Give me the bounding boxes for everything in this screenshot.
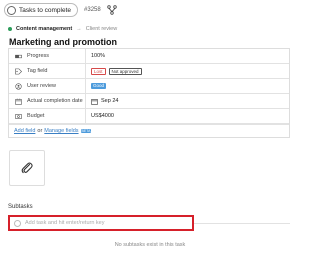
field-row-completion-date[interactable]: Actual completion date Sep 24 xyxy=(9,94,289,109)
field-label-cell: Tag field xyxy=(9,64,86,78)
progress-icon xyxy=(15,54,22,58)
field-value: 100% xyxy=(91,53,106,59)
subtasks-heading: Subtasks xyxy=(8,204,33,210)
project-color-dot xyxy=(8,27,12,31)
empty-subtasks-text: No subtasks exist in this task xyxy=(114,242,186,248)
field-links: Add field or Manage fields BETA xyxy=(9,124,289,137)
subtask-divider xyxy=(194,223,290,224)
tag-not-approved[interactable]: Not approved xyxy=(108,67,142,75)
field-value-cell[interactable]: Sep 24 xyxy=(86,98,289,105)
tag-icon xyxy=(15,68,22,74)
breadcrumb-project[interactable]: Content management xyxy=(16,26,72,32)
custom-fields-table: Progress 100% Tag field Lost Not approve… xyxy=(8,48,290,138)
task-status-button[interactable]: Tasks to complete xyxy=(4,3,79,17)
breadcrumb-status[interactable]: Client review xyxy=(86,26,117,32)
field-value-cell[interactable]: 100% xyxy=(86,53,289,59)
paperclip-icon xyxy=(21,162,33,174)
field-row-budget[interactable]: Budget US$4000 xyxy=(9,109,289,124)
field-label-cell: User review xyxy=(9,79,86,93)
field-label: Budget xyxy=(27,113,45,119)
calendar-icon xyxy=(91,98,98,105)
tag-lost[interactable]: Lost xyxy=(91,67,106,75)
add-field-link[interactable]: Add field xyxy=(14,128,35,134)
field-label-cell: Actual completion date xyxy=(9,94,86,108)
field-value-cell[interactable]: Lost Not approved xyxy=(86,67,289,75)
or-text: or xyxy=(37,128,43,134)
subtask-circle-icon xyxy=(14,219,21,227)
field-value-cell[interactable]: Good xyxy=(86,83,289,89)
task-header: Tasks to complete #3258 xyxy=(0,0,300,20)
user-review-icon xyxy=(15,82,22,90)
add-subtask-input[interactable] xyxy=(25,220,185,226)
task-id: #3258 xyxy=(84,7,101,13)
task-title[interactable]: Marketing and promotion xyxy=(9,37,117,47)
status-circle-icon xyxy=(7,5,16,15)
beta-badge: BETA xyxy=(80,129,92,133)
field-label-cell: Progress xyxy=(9,49,86,63)
field-label: User review xyxy=(27,83,57,89)
field-value: US$4000 xyxy=(91,113,114,119)
field-row-review[interactable]: User review Good xyxy=(9,79,289,94)
add-attachment-button[interactable] xyxy=(9,150,45,186)
field-label-cell: Budget xyxy=(9,109,86,123)
field-value-cell[interactable]: US$4000 xyxy=(86,113,289,119)
breadcrumb-separator: → xyxy=(76,26,82,32)
field-label: Tag field xyxy=(27,68,48,74)
budget-icon xyxy=(15,113,22,119)
review-badge[interactable]: Good xyxy=(91,83,107,89)
field-label: Progress xyxy=(27,53,50,59)
breadcrumb: Content management → Client review xyxy=(8,26,117,32)
field-label: Actual completion date xyxy=(27,98,83,104)
manage-fields-link[interactable]: Manage fields xyxy=(44,128,78,134)
field-row-tags[interactable]: Tag field Lost Not approved xyxy=(9,64,289,79)
add-subtask-field[interactable] xyxy=(8,215,194,231)
task-status-label: Tasks to complete xyxy=(19,6,72,14)
field-value: Sep 24 xyxy=(101,98,119,104)
workflow-icon[interactable] xyxy=(107,5,117,15)
field-row-progress[interactable]: Progress 100% xyxy=(9,49,289,64)
calendar-icon xyxy=(15,98,22,105)
